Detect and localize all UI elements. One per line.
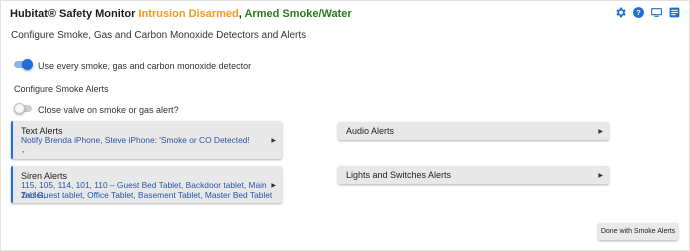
- done-button[interactable]: Done with Smoke Alerts: [598, 223, 678, 240]
- expand-arrow-icon: ▶: [271, 138, 276, 144]
- audio-alerts-title: Audio Alerts: [346, 126, 395, 136]
- monitor-icon[interactable]: [649, 5, 663, 19]
- text-alerts-panel[interactable]: Text Alerts Notify Brenda iPhone, Steve …: [11, 121, 282, 159]
- close-valve-label: Close valve on smoke or gas alert?: [38, 105, 179, 115]
- toggle-knob: [22, 59, 33, 70]
- siren-alerts-panel[interactable]: Siren Alerts 115, 105, 114, 101, 110 – G…: [11, 166, 282, 203]
- text-alerts-description: Notify Brenda iPhone, Steve iPhone: 'Smo…: [21, 135, 250, 145]
- armed-status: Armed Smoke/Water: [244, 8, 352, 20]
- page-subtitle: Configure Smoke, Gas and Carbon Monoxide…: [11, 30, 307, 41]
- use-every-detector-toggle[interactable]: [14, 59, 33, 70]
- lights-switches-alerts-title: Lights and Switches Alerts: [346, 170, 452, 180]
- close-valve-toggle[interactable]: [14, 103, 32, 114]
- logs-icon[interactable]: [667, 5, 681, 19]
- page-header: Hubitat® Safety Monitor Intrusion Disarm…: [10, 8, 352, 22]
- siren-alerts-description-line2: 2nd Guest tablet, Office Tablet, Basemen…: [21, 190, 273, 200]
- audio-alerts-panel[interactable]: Audio Alerts ▶: [338, 122, 609, 140]
- use-every-detector-label: Use every smoke, gas and carbon monoxide…: [38, 61, 252, 71]
- status-separator: ,: [238, 8, 242, 20]
- text-alerts-trailing: ,: [22, 145, 25, 154]
- app-title: Hubitat® Safety Monitor: [10, 8, 136, 20]
- intrusion-status: Intrusion Disarmed: [138, 8, 239, 20]
- svg-text:?: ?: [636, 8, 641, 17]
- help-icon[interactable]: ?: [631, 5, 645, 19]
- expand-arrow-icon: ▶: [598, 173, 603, 179]
- gear-icon[interactable]: [613, 5, 627, 19]
- expand-arrow-icon: ▶: [271, 183, 276, 189]
- lights-switches-alerts-panel[interactable]: Lights and Switches Alerts ▶: [338, 166, 609, 184]
- section-heading: Configure Smoke Alerts: [14, 84, 109, 94]
- expand-arrow-icon: ▶: [598, 129, 603, 135]
- header-toolbar: ?: [613, 5, 681, 19]
- toggle-knob: [14, 103, 25, 114]
